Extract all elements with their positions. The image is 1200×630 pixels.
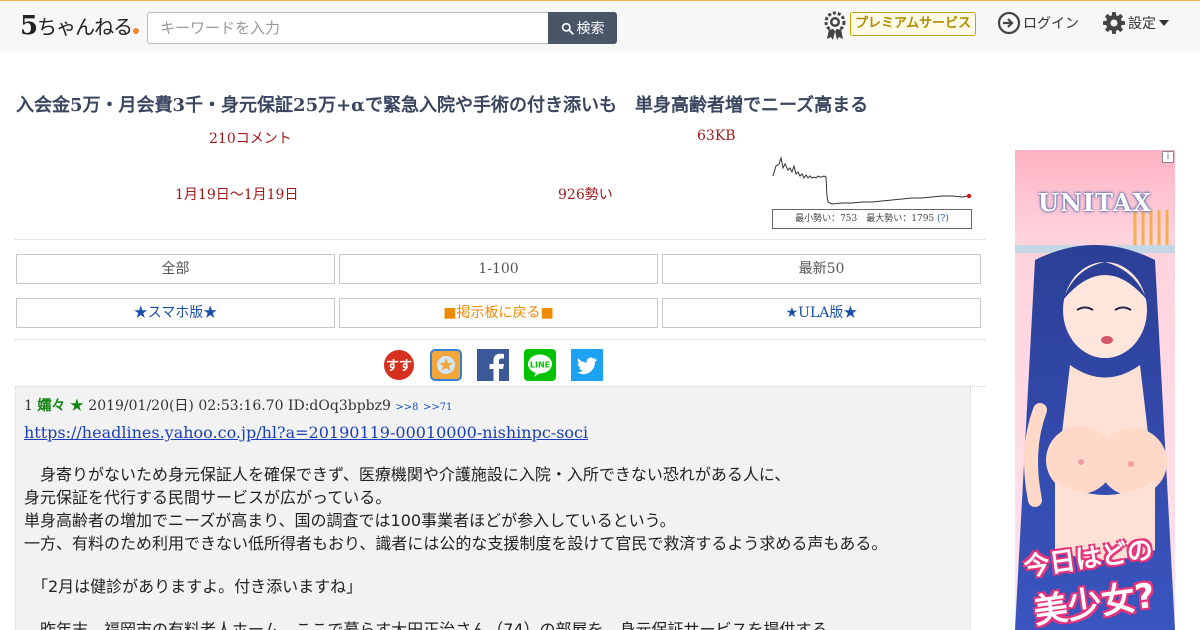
- post-line: 昨年末、福岡市の有料老人ホーム。ここで暮らす大田正治さん（74）の部屋を、身元保…: [24, 620, 828, 630]
- divider: [15, 339, 985, 340]
- post-number: 1: [24, 398, 33, 414]
- thread-momentum: 926勢い: [558, 187, 613, 203]
- facebook-icon[interactable]: [477, 349, 509, 381]
- poster-star: ★: [69, 398, 84, 414]
- svg-text:すす: すす: [386, 359, 412, 374]
- twitter-icon[interactable]: [571, 349, 603, 381]
- top-bar: 5ちゃんねる 検索 プレミアムサービス ログイン 設定: [0, 0, 1200, 52]
- ad-banner[interactable]: i UNITAX 今日はどの 美少女?: [1015, 150, 1175, 630]
- post-header: 1 孀々 ★ 2019/01/20(日) 02:53:16.70 ID:dOq3…: [24, 395, 452, 415]
- source-link[interactable]: https://headlines.yahoo.co.jp/hl?a=20190…: [24, 423, 588, 442]
- momentum-sparkline: [772, 156, 972, 205]
- search-input[interactable]: [147, 12, 549, 44]
- post-id[interactable]: ID:dOq3bpbz9: [288, 398, 391, 414]
- post-1: 1 孀々 ★ 2019/01/20(日) 02:53:16.70 ID:dOq3…: [15, 387, 971, 630]
- search-icon: [561, 22, 574, 35]
- premium-medal-icon: [824, 11, 846, 40]
- smartphone-version-button[interactable]: ★スマホ版★: [16, 298, 335, 328]
- momentum-graph: 最小勢い：753 最大勢い：1795 (?): [772, 156, 972, 229]
- site-logo[interactable]: 5ちゃんねる: [20, 11, 140, 41]
- reply-anchor[interactable]: >>71: [423, 402, 452, 413]
- line-icon[interactable]: LINE: [524, 349, 556, 381]
- post-line: 一方、有料のため利用できない低所得者もおり、識者には公的な支援制度を設けて官民で…: [24, 534, 888, 553]
- post-body: 身寄りがないため身元保証人を確保できず、医療機関や介護施設に入院・入所できない恐…: [24, 463, 959, 630]
- settings-menu[interactable]: 設定: [1102, 11, 1169, 35]
- divider: [15, 239, 985, 240]
- post-line: 身寄りがないため身元保証人を確保できず、医療機関や介護施設に入院・入所できない恐…: [24, 465, 791, 484]
- post-line: 単身高齢者の増加でニーズが高まり、国の調査では100事業者ほどが参入しているとい…: [24, 511, 676, 530]
- chevron-down-icon: [1159, 20, 1169, 26]
- ula-version-button[interactable]: ★ULA版★: [662, 298, 981, 328]
- momentum-help-link[interactable]: (?): [937, 214, 949, 224]
- login-icon: [997, 11, 1021, 35]
- post-quote: 「2月は健診がありますよ。付き添いますね」: [24, 577, 363, 596]
- nav-latest-button[interactable]: 最新50: [662, 254, 981, 284]
- post-line: 身元保証を代行する民間サービスが広がっている。: [24, 488, 392, 507]
- bookmark-icon[interactable]: [430, 349, 462, 381]
- svg-text:LINE: LINE: [530, 361, 550, 370]
- thread-size: 63KB: [697, 128, 736, 144]
- logo-dot: [133, 28, 140, 34]
- premium-service-button[interactable]: プレミアムサービス: [850, 12, 977, 36]
- momentum-legend: 最小勢い：753 最大勢い：1795 (?): [772, 209, 972, 229]
- thread-title: 入会金5万・月会費3千・身元保証25万+αで緊急入院や手術の付き添いも 単身高齢…: [16, 95, 869, 116]
- post-date: 2019/01/20(日) 02:53:16.70: [88, 398, 284, 414]
- gear-icon: [1103, 12, 1125, 34]
- back-to-board-button[interactable]: ■掲示板に戻る■: [339, 298, 658, 328]
- thread-dates: 1月19日〜1月19日: [175, 187, 299, 203]
- settings-label: 設定: [1128, 16, 1156, 32]
- matome-icon[interactable]: すす: [383, 349, 415, 381]
- login-label: ログイン: [1023, 16, 1079, 32]
- login-link[interactable]: ログイン: [997, 11, 1079, 35]
- search-button-label: 検索: [576, 21, 605, 37]
- ad-brand: UNITAX: [1038, 188, 1152, 217]
- nav-all-button[interactable]: 全部: [16, 254, 335, 284]
- search-button[interactable]: 検索: [548, 12, 617, 44]
- reply-anchor[interactable]: >>8: [395, 402, 418, 413]
- ad-info-icon[interactable]: i: [1162, 151, 1174, 163]
- comment-count: 210コメント: [209, 131, 292, 147]
- nav-range-button[interactable]: 1-100: [339, 254, 658, 284]
- poster-name: 孀々: [37, 398, 66, 414]
